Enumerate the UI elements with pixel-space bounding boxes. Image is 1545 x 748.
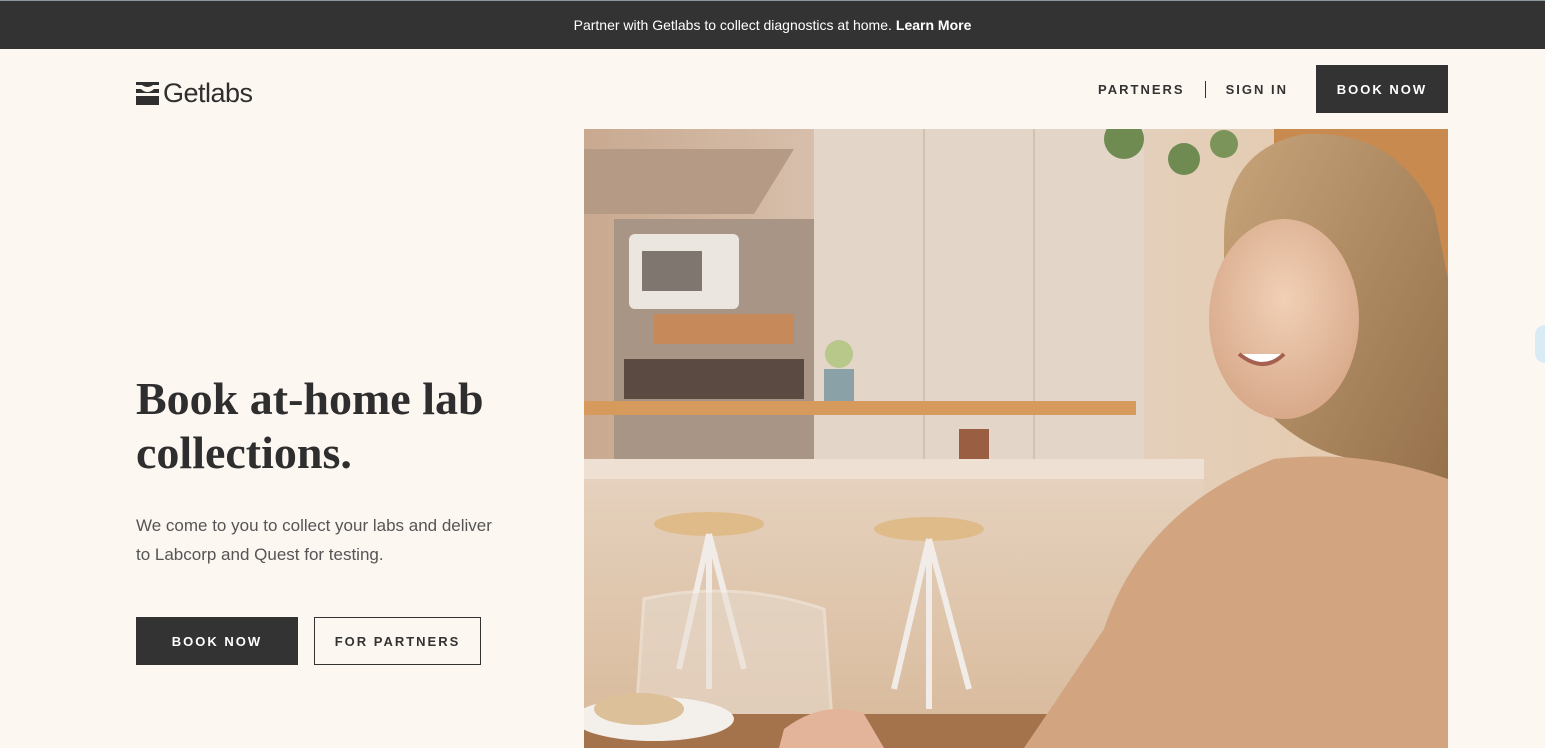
banner-text: Partner with Getlabs to collect diagnost… (573, 17, 892, 33)
getlabs-logo-icon (136, 82, 159, 105)
hero-subtitle: We come to you to collect your labs and … (136, 516, 492, 564)
nav-partners-link[interactable]: PARTNERS (1098, 82, 1185, 97)
nav-book-now-button[interactable]: BOOK NOW (1316, 65, 1448, 113)
nav-divider (1204, 80, 1206, 98)
announcement-banner: Partner with Getlabs to collect diagnost… (0, 0, 1545, 49)
hero-title: Book at-home lab collections. (136, 373, 484, 478)
hero-for-partners-button[interactable]: FOR PARTNERS (314, 617, 481, 665)
logo[interactable]: Getlabs (136, 78, 253, 109)
hero-photo-illustration (584, 129, 1448, 748)
learn-more-link[interactable]: Learn More (896, 17, 971, 33)
nav-sign-in-link[interactable]: SIGN IN (1226, 82, 1288, 97)
top-nav: PARTNERS SIGN IN BOOK NOW (1098, 65, 1448, 113)
hero-image (584, 129, 1448, 748)
side-chat-tab[interactable] (1535, 325, 1545, 363)
logo-wordmark: Getlabs (163, 78, 253, 108)
hero-book-now-button[interactable]: BOOK NOW (136, 617, 298, 665)
